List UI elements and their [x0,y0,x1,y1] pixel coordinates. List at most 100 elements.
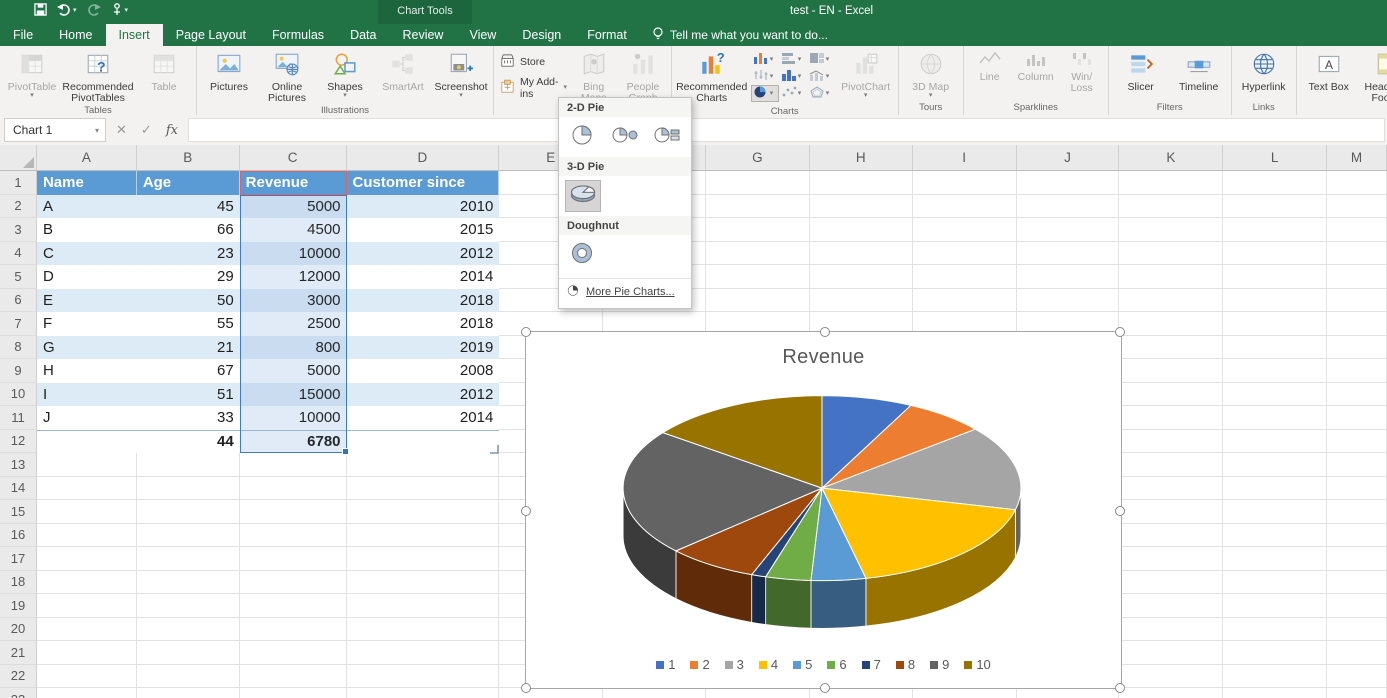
cell-a2[interactable]: A [37,195,137,219]
mini-scatter-button[interactable]: ▾ [779,85,807,102]
legend-item-7[interactable]: 7 [862,657,881,672]
cell-d9[interactable]: 2008 [347,359,500,383]
cell-l9[interactable] [1223,359,1327,383]
cell-b22[interactable] [137,665,240,689]
chart-selection-handle-8[interactable] [1115,683,1125,693]
cell-c17[interactable] [240,547,347,571]
cell-k6[interactable] [1119,289,1223,313]
row-header-5[interactable]: 5 [0,265,37,289]
cell-m5[interactable] [1327,265,1387,289]
cell-i1[interactable] [913,171,1017,195]
cell-a16[interactable] [37,524,137,548]
cell-a4[interactable]: C [37,242,137,266]
cell-b14[interactable] [137,477,240,501]
cell-b16[interactable] [137,524,240,548]
cell-b9[interactable]: 67 [137,359,240,383]
cell-k11[interactable] [1119,406,1223,430]
select-all-corner[interactable] [0,145,37,171]
cell-l8[interactable] [1223,336,1327,360]
cell-b17[interactable] [137,547,240,571]
legend-item-3[interactable]: 3 [725,657,744,672]
chart-selection-handle-7[interactable] [820,683,830,693]
cell-m2[interactable] [1327,195,1387,219]
cell-j5[interactable] [1017,265,1120,289]
cell-g3[interactable] [706,218,810,242]
cell-a19[interactable] [37,594,137,618]
cell-h5[interactable] [810,265,913,289]
cell-d13[interactable] [347,453,500,477]
legend-item-4[interactable]: 4 [759,657,778,672]
cell-m1[interactable] [1327,171,1387,195]
row-header-2[interactable]: 2 [0,195,37,219]
row-header-20[interactable]: 20 [0,618,37,642]
chart-legend[interactable]: 12345678910 [526,657,1121,672]
row-header-17[interactable]: 17 [0,547,37,571]
pictures-button[interactable]: Pictures [200,48,258,104]
cell-a5[interactable]: D [37,265,137,289]
undo-icon[interactable]: ▾ [57,4,77,16]
cell-m22[interactable] [1327,665,1387,689]
formula-input[interactable] [188,118,1385,142]
row-header-11[interactable]: 11 [0,406,37,430]
menu-doughnut-option[interactable] [565,239,601,271]
cell-d20[interactable] [347,618,500,642]
cell-h6[interactable] [810,289,913,313]
timeline-button[interactable]: Timeline [1170,48,1228,101]
cell-d6[interactable]: 2018 [347,289,500,313]
cell-b1[interactable]: Age [137,171,240,195]
cell-c6[interactable]: 3000 [240,289,347,313]
mini-column-button[interactable]: ▾ [751,51,779,68]
cell-l12[interactable] [1223,430,1327,454]
cell-d3[interactable]: 2015 [347,218,500,242]
my-add-ins-button[interactable]: My Add-ins▾ [499,76,567,100]
cell-c2[interactable]: 5000 [240,195,347,219]
cell-c14[interactable] [240,477,347,501]
chart-selection-handle-5[interactable] [1115,506,1125,516]
cell-a9[interactable]: H [37,359,137,383]
column-header-d[interactable]: D [347,145,500,171]
cell-m16[interactable] [1327,524,1387,548]
legend-item-6[interactable]: 6 [827,657,846,672]
cell-m12[interactable] [1327,430,1387,454]
cell-c22[interactable] [240,665,347,689]
cell-d12[interactable] [347,430,500,454]
cell-k2[interactable] [1119,195,1223,219]
cell-b3[interactable]: 66 [137,218,240,242]
cell-g23[interactable] [706,688,810,698]
cell-c9[interactable]: 5000 [240,359,347,383]
column-header-g[interactable]: G [706,145,810,171]
cell-l15[interactable] [1223,500,1327,524]
cell-k14[interactable] [1119,477,1223,501]
online-pictures-button[interactable]: Online Pictures [258,48,316,104]
chart-selection-handle-4[interactable] [521,506,531,516]
row-header-22[interactable]: 22 [0,665,37,689]
mini-stock-button[interactable]: ▾ [751,68,779,85]
cell-c5[interactable]: 12000 [240,265,347,289]
cell-k1[interactable] [1119,171,1223,195]
save-icon[interactable] [34,3,47,16]
row-header-19[interactable]: 19 [0,594,37,618]
cell-k5[interactable] [1119,265,1223,289]
row-header-4[interactable]: 4 [0,242,37,266]
cell-d11[interactable]: 2014 [347,406,500,430]
cell-e23[interactable] [499,688,603,698]
cell-d4[interactable]: 2012 [347,242,500,266]
name-box-caret-icon[interactable]: ▾ [95,126,99,135]
cell-b15[interactable] [137,500,240,524]
cell-k4[interactable] [1119,242,1223,266]
cell-c18[interactable] [240,571,347,595]
cell-b12[interactable]: 44 [137,430,240,454]
cell-c7[interactable]: 2500 [240,312,347,336]
cell-k13[interactable] [1119,453,1223,477]
cell-i2[interactable] [913,195,1017,219]
row-header-7[interactable]: 7 [0,312,37,336]
chart-selection-handle-3[interactable] [1115,327,1125,337]
column-header-a[interactable]: A [37,145,137,171]
row-header-13[interactable]: 13 [0,453,37,477]
cell-k23[interactable] [1119,688,1223,698]
cell-k12[interactable] [1119,430,1223,454]
cell-a17[interactable] [37,547,137,571]
cell-l21[interactable] [1223,641,1327,665]
cell-m18[interactable] [1327,571,1387,595]
cell-a21[interactable] [37,641,137,665]
